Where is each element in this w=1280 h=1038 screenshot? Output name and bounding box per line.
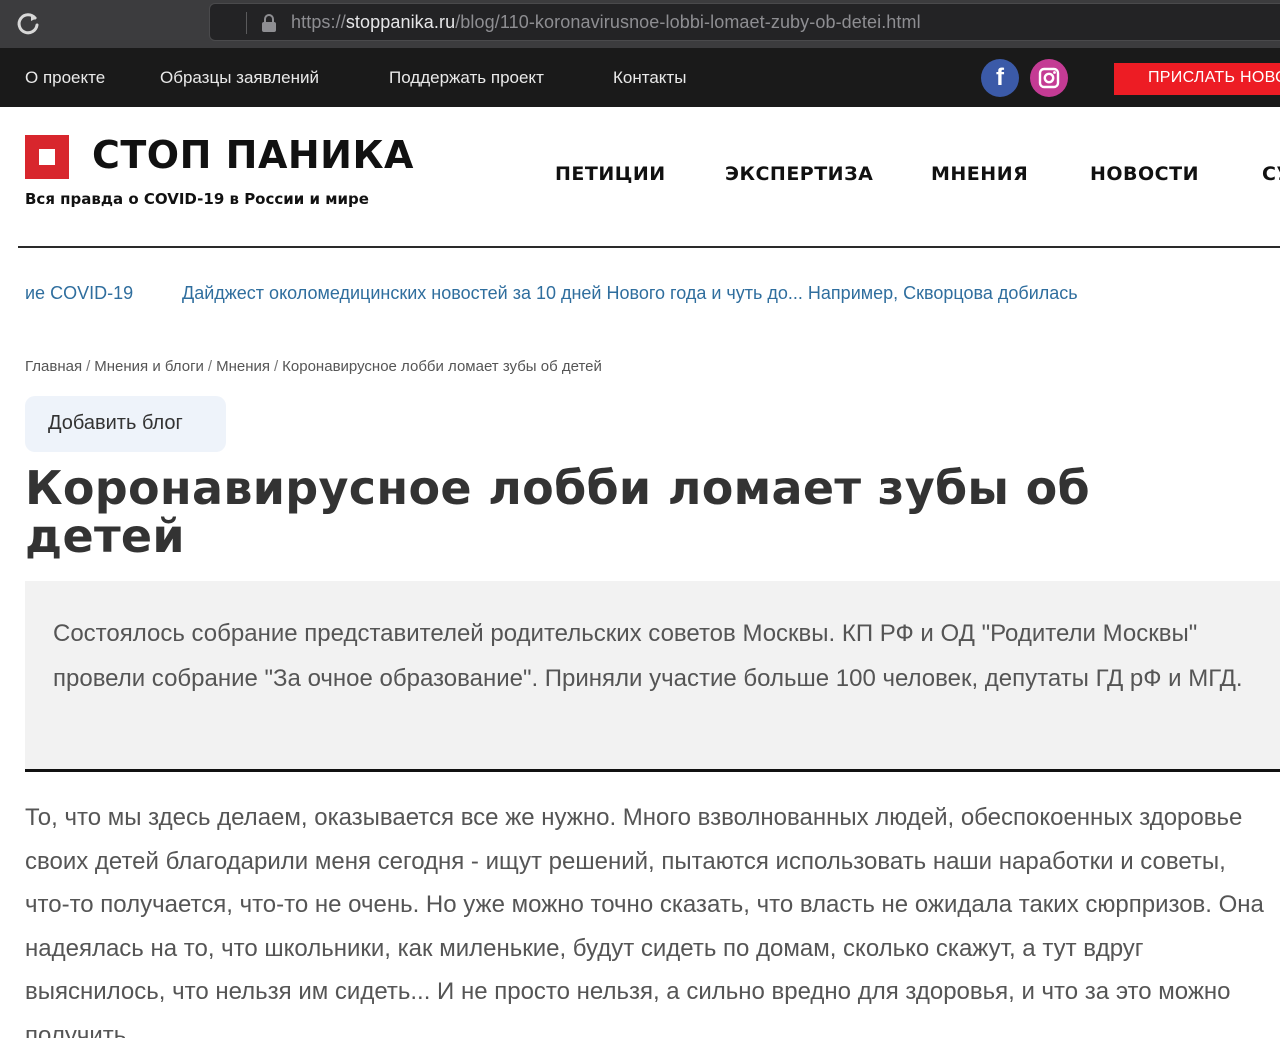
- nav-expertise[interactable]: ЭКСПЕРТИЗА: [725, 163, 873, 185]
- logo-mark-inner: [39, 149, 55, 165]
- url-host: stoppanika.ru: [345, 12, 456, 32]
- ticker-item[interactable]: ие COVID-19: [25, 283, 133, 304]
- breadcrumb-current: Коронавирусное лобби ломает зубы об дете…: [282, 358, 602, 375]
- reload-icon[interactable]: [14, 10, 42, 38]
- logo-title[interactable]: СТОП ПАНИКА: [92, 133, 414, 177]
- breadcrumb: Главная / Мнения и блоги / Мнения / Коронавиру…: [25, 358, 602, 375]
- breadcrumb-home[interactable]: Главная: [25, 358, 82, 375]
- article-lead: Состоялось собрание представителей родит…: [53, 620, 1243, 692]
- address-bar-separator: [246, 12, 247, 34]
- nav-opinions[interactable]: МНЕНИЯ: [931, 163, 1028, 185]
- add-blog-label: Добавить блог: [48, 412, 183, 434]
- nav-petitions[interactable]: ПЕТИЦИИ: [555, 163, 666, 185]
- news-ticker: ие COVID-19 Дайджест околомедицинских но…: [25, 283, 1280, 307]
- topnav-link-contacts[interactable]: Контакты: [613, 68, 686, 88]
- breadcrumb-separator: /: [86, 358, 91, 375]
- instagram-icon: [1038, 67, 1060, 89]
- add-blog-button[interactable]: Добавить блог: [25, 396, 226, 452]
- url-text: https://stoppanika.ru/blog/110-koronavir…: [291, 12, 921, 33]
- ticker-item[interactable]: Дайджест околомедицинских новостей за 10…: [182, 283, 1078, 304]
- send-news-label: ПРИСЛАТЬ НОВОСТЬ: [1148, 69, 1280, 86]
- send-news-button[interactable]: ПРИСЛАТЬ НОВОСТЬ: [1114, 63, 1280, 95]
- article-lead-box: Состоялось собрание представителей родит…: [25, 581, 1280, 769]
- lock-icon: [262, 14, 276, 32]
- logo-mark[interactable]: [25, 135, 69, 179]
- nav-news[interactable]: НОВОСТИ: [1090, 163, 1199, 185]
- facebook-icon: f: [996, 64, 1004, 91]
- header-divider: [18, 246, 1280, 248]
- breadcrumb-opinions[interactable]: Мнения: [216, 358, 270, 375]
- topnav-link-about[interactable]: О проекте: [25, 68, 105, 88]
- topnav-link-support[interactable]: Поддержать проект: [389, 68, 544, 88]
- address-bar[interactable]: https://stoppanika.ru/blog/110-koronavir…: [209, 3, 1280, 41]
- nav-courts[interactable]: СУДЫ: [1262, 163, 1280, 185]
- topnav-link-templates[interactable]: Образцы заявлений: [160, 68, 319, 88]
- breadcrumb-separator: /: [274, 358, 279, 375]
- facebook-button[interactable]: f: [981, 59, 1019, 97]
- article-title: Коронавирусное лобби ломает зубы об дете…: [25, 461, 1090, 563]
- top-navigation: О проекте Образцы заявлений Поддержать п…: [0, 48, 1280, 107]
- url-path: /blog/110-koronavirusnoe-lobbi-lomaet-zu…: [455, 12, 921, 32]
- logo-tagline: Вся правда о COVID-19 в России и мире: [25, 190, 369, 208]
- url-scheme: https://: [291, 12, 346, 32]
- browser-toolbar: https://stoppanika.ru/blog/110-koronavir…: [0, 0, 1280, 48]
- breadcrumb-separator: /: [207, 358, 213, 375]
- lead-divider: [25, 769, 1280, 772]
- instagram-button[interactable]: [1030, 59, 1068, 97]
- article-body: То, что мы здесь делаем, оказывается все…: [25, 804, 1264, 1038]
- breadcrumb-blogs[interactable]: Мнения и блоги: [94, 358, 204, 375]
